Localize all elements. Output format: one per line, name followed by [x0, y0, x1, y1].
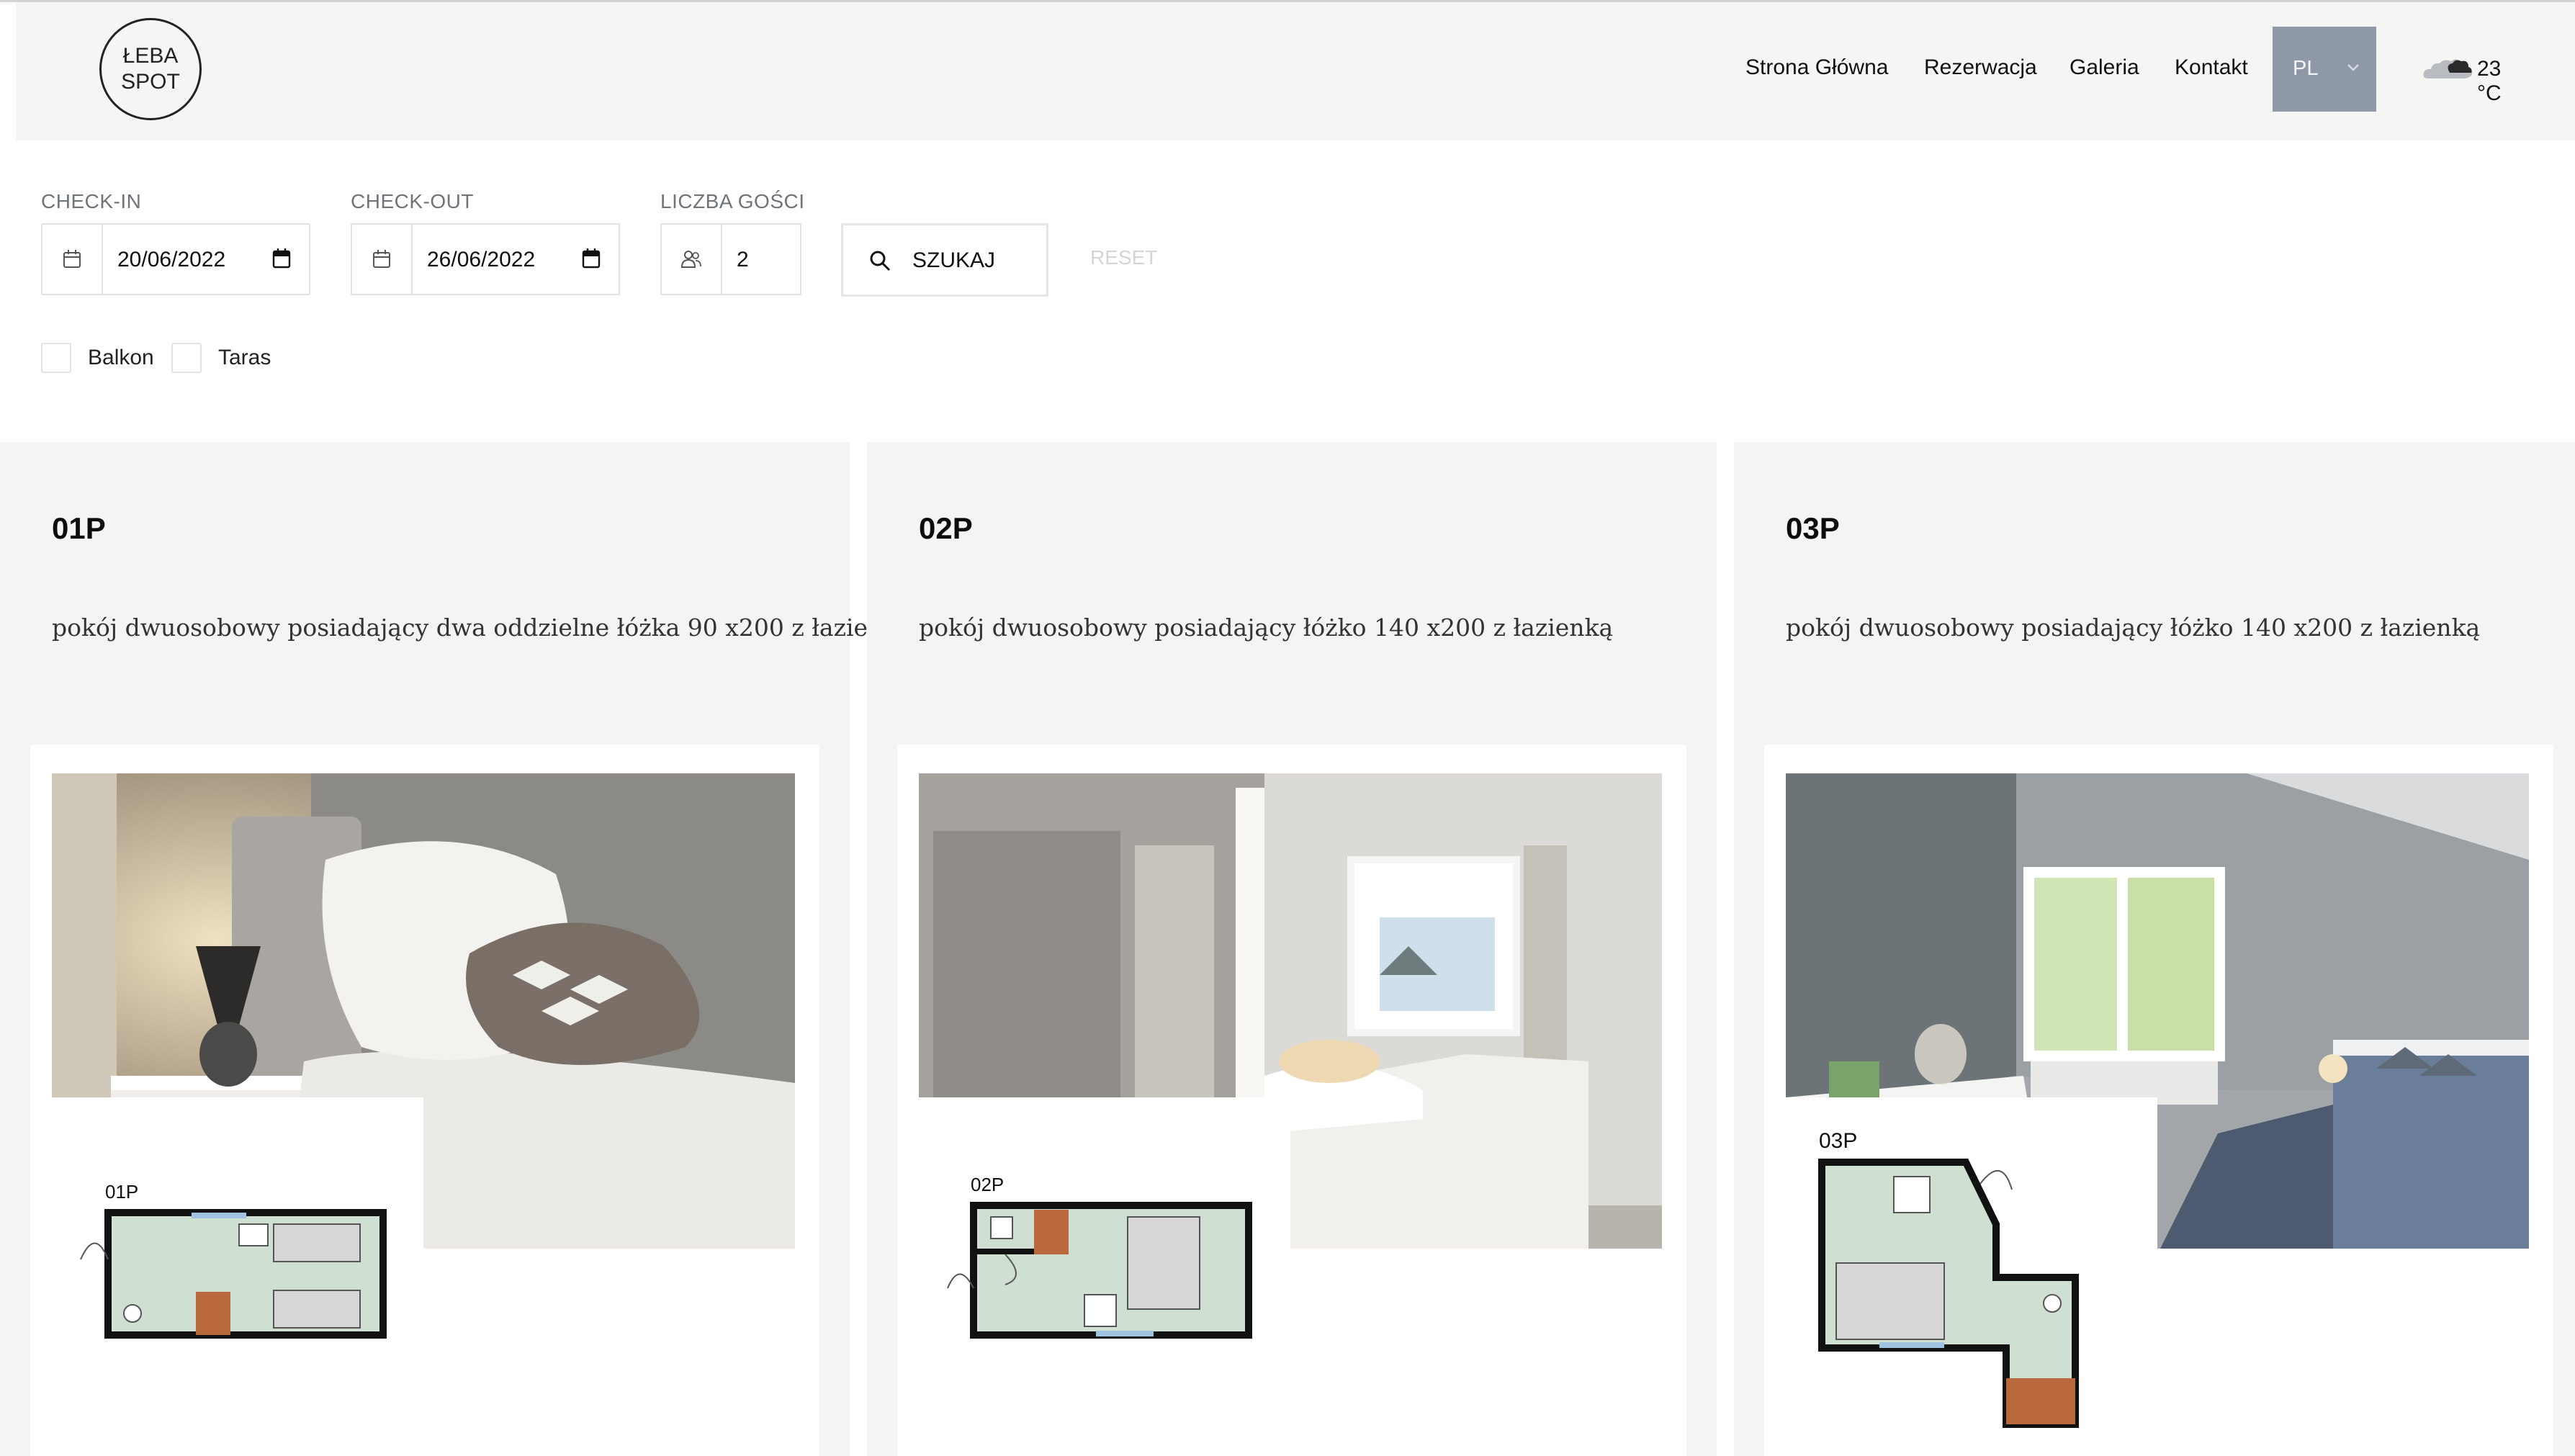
- filter-label-balkon: Balkon: [88, 346, 154, 369]
- floor-plan[interactable]: 02P: [919, 1097, 1290, 1456]
- site-header: ŁEBA SPOT Strona Główna Rezerwacja Galer…: [16, 2, 2575, 140]
- floor-plan-drawing: 03P: [1818, 1129, 2079, 1428]
- guests-value: 2: [737, 248, 749, 271]
- room-description: pokój dwuosobowy posiadający łóżko 140 x…: [1786, 614, 2481, 642]
- floor-plan[interactable]: 01P: [52, 1097, 423, 1456]
- checkin-icon-cell: [42, 225, 103, 294]
- room-code: 03P: [1786, 511, 1840, 545]
- calendar-icon: [63, 250, 81, 268]
- main-nav: Strona Główna Rezerwacja Galeria Kontakt…: [16, 2, 2575, 140]
- search-button[interactable]: SZUKAJ: [841, 223, 1048, 297]
- filter-checkbox-taras[interactable]: [171, 343, 202, 373]
- guests-field[interactable]: 2: [660, 223, 801, 295]
- calendar-icon: [373, 250, 390, 268]
- plan-label: 03P: [1819, 1129, 1857, 1153]
- filter-label-taras: Taras: [218, 346, 271, 369]
- plan-label: 01P: [105, 1181, 138, 1203]
- room-media: 03P: [1764, 745, 2553, 1456]
- plan-label: 02P: [971, 1174, 1004, 1195]
- room-code: 02P: [919, 511, 973, 545]
- nav-item-gallery[interactable]: Galeria: [2070, 55, 2139, 80]
- filter-checkbox-balkon[interactable]: [41, 343, 71, 373]
- guests-icon-cell: [662, 225, 722, 294]
- weather-widget: 23 °C: [2421, 47, 2529, 105]
- floor-plan[interactable]: 03P: [1786, 1097, 2157, 1456]
- room-media: 01P: [30, 745, 819, 1456]
- checkin-value: 20/06/2022: [117, 248, 226, 271]
- room-description: pokój dwuosobowy posiadający łóżko 140 x…: [919, 614, 1614, 642]
- floor-plan-drawing: 02P: [947, 1174, 1252, 1339]
- nav-item-contact[interactable]: Kontakt: [2175, 55, 2248, 80]
- room-card[interactable]: 02P pokój dwuosobowy posiadający łóżko 1…: [867, 442, 1717, 1456]
- chevron-down-icon: [2347, 64, 2359, 71]
- cloud-icon: [2423, 59, 2473, 78]
- users-icon: [680, 251, 701, 268]
- floor-plan-drawing: 01P: [80, 1181, 387, 1339]
- calendar-picker-icon[interactable]: [271, 248, 292, 269]
- checkin-label: CHECK-IN: [41, 190, 142, 212]
- calendar-picker-icon[interactable]: [581, 248, 601, 269]
- reset-button[interactable]: RESET: [1090, 246, 1157, 269]
- room-media: 02P: [897, 745, 1686, 1456]
- nav-item-reservation[interactable]: Rezerwacja: [1924, 55, 2037, 80]
- guests-label: LICZBA GOŚCI: [660, 190, 805, 212]
- language-value: PL: [2293, 57, 2319, 80]
- checkout-value: 26/06/2022: [427, 248, 536, 271]
- checkout-label: CHECK-OUT: [351, 190, 474, 212]
- room-card[interactable]: 01P pokój dwuosobowy posiadający dwa odd…: [0, 442, 912, 1456]
- weather-temperature: 23 °C: [2477, 57, 2502, 105]
- nav-item-home[interactable]: Strona Główna: [1745, 55, 1888, 80]
- search-icon: [870, 251, 891, 271]
- checkin-field[interactable]: 20/06/2022: [41, 223, 310, 295]
- language-select[interactable]: PL: [2273, 27, 2376, 112]
- checkout-icon-cell: [352, 225, 413, 294]
- checkout-field[interactable]: 26/06/2022: [351, 223, 620, 295]
- search-button-label: SZUKAJ: [912, 248, 996, 272]
- room-card[interactable]: 03P pokój dwuosobowy posiadający łóżko 1…: [1734, 442, 2575, 1456]
- room-code: 01P: [52, 511, 106, 545]
- room-description: pokój dwuosobowy posiadający dwa oddziel…: [52, 614, 912, 642]
